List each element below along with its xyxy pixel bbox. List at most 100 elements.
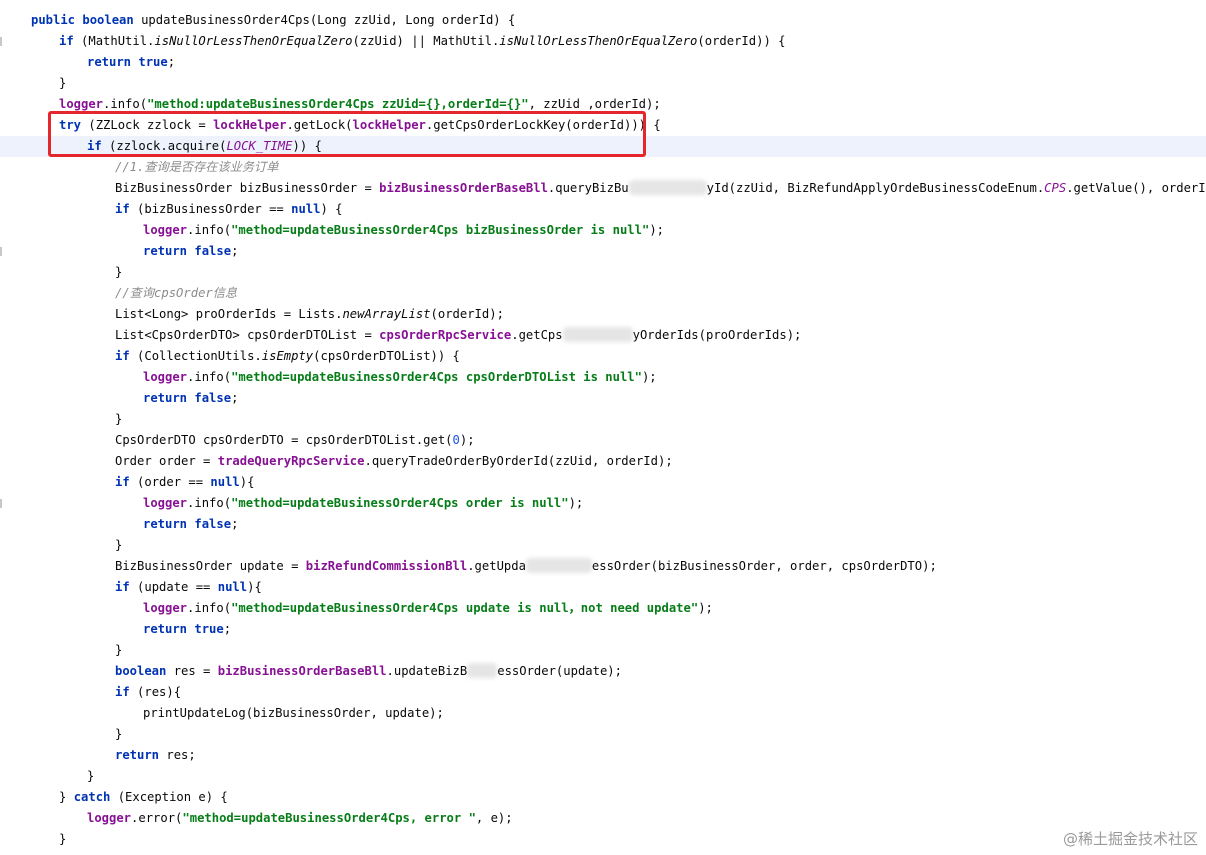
code-token: if (115, 475, 130, 489)
code-token: BizBusinessOrder update = (115, 559, 306, 573)
code-token: (zzUid) || MathUtil. (352, 34, 500, 48)
redacted-text (467, 663, 498, 678)
code-token: logger (143, 370, 188, 384)
code-line[interactable]: logger.error("method=updateBusinessOrder… (0, 808, 1206, 829)
code-token: return (87, 55, 132, 69)
code-token: true (194, 622, 224, 636)
code-token: "method:updateBusinessOrder4Cps zzUid={}… (147, 97, 529, 111)
code-line[interactable]: if (order == null){ (0, 472, 1206, 493)
gutter-marker (0, 37, 2, 46)
code-line[interactable]: logger.info("method=updateBusinessOrder4… (0, 493, 1206, 514)
code-token: .info( (187, 496, 232, 510)
code-token: (orderId); (430, 307, 504, 321)
code-token: "method=updateBusinessOrder4Cps bizBusin… (231, 223, 650, 237)
code-line[interactable]: //1.查询是否存在该业务订单 (0, 157, 1206, 178)
code-token: true (138, 55, 168, 69)
code-token: return (143, 391, 188, 405)
code-token: ); (568, 496, 584, 510)
code-token: "method=updateBusinessOrder4Cps order is… (231, 496, 569, 510)
code-line[interactable]: } (0, 262, 1206, 283)
code-line[interactable]: logger.info("method=updateBusinessOrder4… (0, 367, 1206, 388)
code-token: ; (231, 391, 239, 405)
code-token: .info( (103, 97, 148, 111)
code-line[interactable]: CpsOrderDTO cpsOrderDTO = cpsOrderDTOLis… (0, 430, 1206, 451)
code-token: res; (159, 748, 196, 762)
code-line[interactable]: if (MathUtil.isNullOrLessThenOrEqualZero… (0, 31, 1206, 52)
code-token: (cpsOrderDTOList)) { (313, 349, 460, 363)
code-token: "method=updateBusinessOrder4Cps update i… (231, 601, 699, 615)
code-line[interactable]: List<Long> proOrderIds = Lists.newArrayL… (0, 304, 1206, 325)
code-token: boolean (82, 13, 134, 27)
code-token: Order order = (115, 454, 218, 468)
code-line[interactable]: } (0, 829, 1206, 850)
code-editor[interactable]: public boolean updateBusinessOrder4Cps(L… (0, 0, 1206, 855)
code-line[interactable]: } (0, 640, 1206, 661)
code-comment: //查询cpsOrder信息 (115, 286, 238, 300)
code-line[interactable]: } (0, 724, 1206, 745)
highlight-box (48, 111, 646, 157)
code-line[interactable]: boolean res = bizBusinessOrderBaseBll.up… (0, 661, 1206, 682)
code-line[interactable]: logger.info("method=updateBusinessOrder4… (0, 598, 1206, 619)
code-line[interactable]: BizBusinessOrder bizBusinessOrder = bizB… (0, 178, 1206, 199)
code-line[interactable]: logger.info("method=updateBusinessOrder4… (0, 220, 1206, 241)
code-token: .info( (187, 370, 232, 384)
code-token: List<Long> proOrderIds = Lists. (115, 307, 343, 321)
code-line[interactable]: Order order = tradeQueryRpcService.query… (0, 451, 1206, 472)
code-line[interactable]: } (0, 766, 1206, 787)
code-token: ); (459, 433, 475, 447)
code-line[interactable]: BizBusinessOrder update = bizRefundCommi… (0, 556, 1206, 577)
code-token: false (194, 391, 232, 405)
code-token: , e); (475, 811, 513, 825)
code-token: logger (143, 496, 188, 510)
code-line[interactable]: if (update == null){ (0, 577, 1206, 598)
code-token: } (87, 769, 95, 783)
code-token: if (59, 34, 74, 48)
code-token: (Exception e) { (110, 790, 228, 804)
code-token: , zzUid ,orderId); (528, 97, 661, 111)
code-token: isNullOrLessThenOrEqualZero (154, 34, 353, 48)
code-token: logger (143, 601, 188, 615)
code-line[interactable]: List<CpsOrderDTO> cpsOrderDTOList = cpsO… (0, 325, 1206, 346)
code-token: res = (166, 664, 218, 678)
code-token: bizBusinessOrderBaseBll (379, 181, 548, 195)
code-line[interactable]: if (CollectionUtils.isEmpty(cpsOrderDTOL… (0, 346, 1206, 367)
code-line[interactable]: return false; (0, 241, 1206, 262)
code-token: bizBusinessOrderBaseBll (217, 664, 387, 678)
code-token: .queryBizBu (547, 181, 629, 195)
code-line[interactable]: } (0, 535, 1206, 556)
code-line[interactable]: public boolean updateBusinessOrder4Cps(L… (0, 10, 1206, 31)
gutter-marker (0, 499, 2, 508)
gutter-marker (0, 247, 2, 256)
code-token: 0 (452, 433, 460, 447)
code-line[interactable]: if (res){ (0, 682, 1206, 703)
code-line[interactable]: return true; (0, 619, 1206, 640)
code-token: } (59, 76, 67, 90)
code-token: if (115, 580, 130, 594)
code-line[interactable]: if (bizBusinessOrder == null) { (0, 199, 1206, 220)
code-line[interactable]: return false; (0, 514, 1206, 535)
code-token: return (115, 748, 160, 762)
redacted-text (562, 327, 633, 342)
code-line[interactable]: } (0, 409, 1206, 430)
redacted-text (628, 180, 707, 195)
code-token: (MathUtil. (73, 34, 155, 48)
code-token: cpsOrderRpcService (379, 328, 512, 342)
code-token: bizRefundCommissionBll (305, 559, 468, 573)
code-token: return (143, 517, 188, 531)
code-token: .info( (187, 601, 232, 615)
code-token: } (115, 643, 123, 657)
code-line[interactable]: return res; (0, 745, 1206, 766)
watermark: @稀土掘金技术社区 (1062, 830, 1198, 848)
code-token: null (210, 475, 240, 489)
code-line[interactable]: return true; (0, 52, 1206, 73)
code-line[interactable]: return false; (0, 388, 1206, 409)
code-token: List<CpsOrderDTO> cpsOrderDTOList = (115, 328, 380, 342)
code-token: if (115, 202, 130, 216)
code-token: yId(zzUid, BizRefundApplyOrdeBusinessCod… (706, 181, 1045, 195)
code-token: ){ (247, 580, 262, 594)
code-token: .error( (131, 811, 183, 825)
code-line[interactable]: //查询cpsOrder信息 (0, 283, 1206, 304)
code-line[interactable]: } (0, 73, 1206, 94)
code-line[interactable]: printUpdateLog(bizBusinessOrder, update)… (0, 703, 1206, 724)
code-line[interactable]: } catch (Exception e) { (0, 787, 1206, 808)
